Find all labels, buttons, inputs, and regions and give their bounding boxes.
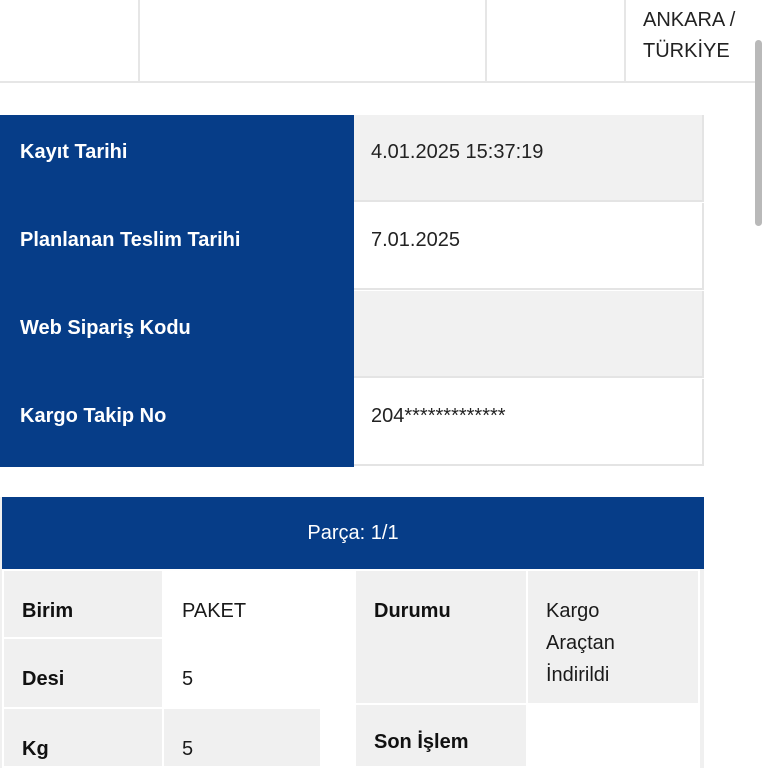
info-label: Planlanan Teslim Tarihi	[20, 229, 241, 251]
parcel-value-status: Kargo Araçtan İndirildi	[526, 569, 700, 705]
parcel-value-last-action	[526, 703, 700, 768]
parcel-label-last-action: Son İşlem	[354, 703, 528, 768]
parcel-label-desi: Desi	[2, 637, 164, 709]
info-label: Kayıt Tarihi	[20, 141, 128, 163]
info-value: 204*************	[371, 405, 506, 427]
info-row-tracking-number: Kargo Takip No 204*************	[0, 379, 704, 467]
info-row-registration-date: Kayıt Tarihi 4.01.2025 15:37:19	[0, 115, 704, 203]
parcel-section: Parça: 1/1 Birim PAKET Desi 5 Kg 5 Durum…	[0, 497, 704, 768]
info-label: Web Sipariş Kodu	[20, 317, 191, 339]
parcel-label-kg: Kg	[2, 707, 164, 768]
parcel-header: Parça: 1/1	[2, 497, 704, 569]
shipment-info-table: Kayıt Tarihi 4.01.2025 15:37:19 Planlana…	[0, 115, 704, 467]
info-value-cell	[354, 291, 704, 378]
info-row-planned-delivery: Planlanan Teslim Tarihi 7.01.2025	[0, 203, 704, 291]
info-value: 7.01.2025	[371, 229, 460, 251]
address-row: ANKARA / TÜRKİYE	[0, 0, 755, 84]
info-value-cell: 4.01.2025 15:37:19	[354, 115, 704, 202]
parcel-label-unit: Birim	[2, 569, 164, 639]
address-cell	[0, 0, 140, 83]
info-label: Kargo Takip No	[20, 405, 167, 427]
address-city-cell: ANKARA / TÜRKİYE	[626, 0, 755, 83]
scrollbar-thumb[interactable]	[755, 40, 762, 226]
info-row-web-order-code: Web Sipariş Kodu	[0, 291, 704, 379]
parcel-label-status: Durumu	[354, 569, 528, 705]
info-value-cell: 204*************	[354, 379, 704, 466]
info-value: 4.01.2025 15:37:19	[371, 141, 544, 163]
address-cell	[487, 0, 626, 83]
address-city-text: ANKARA / TÜRKİYE	[643, 9, 736, 62]
parcel-value-desi: 5	[162, 637, 322, 709]
parcel-value-kg: 5	[162, 707, 322, 768]
parcel-value-unit: PAKET	[162, 569, 322, 639]
info-value-cell: 7.01.2025	[354, 203, 704, 290]
column-gap	[322, 569, 354, 768]
address-cell	[140, 0, 487, 83]
